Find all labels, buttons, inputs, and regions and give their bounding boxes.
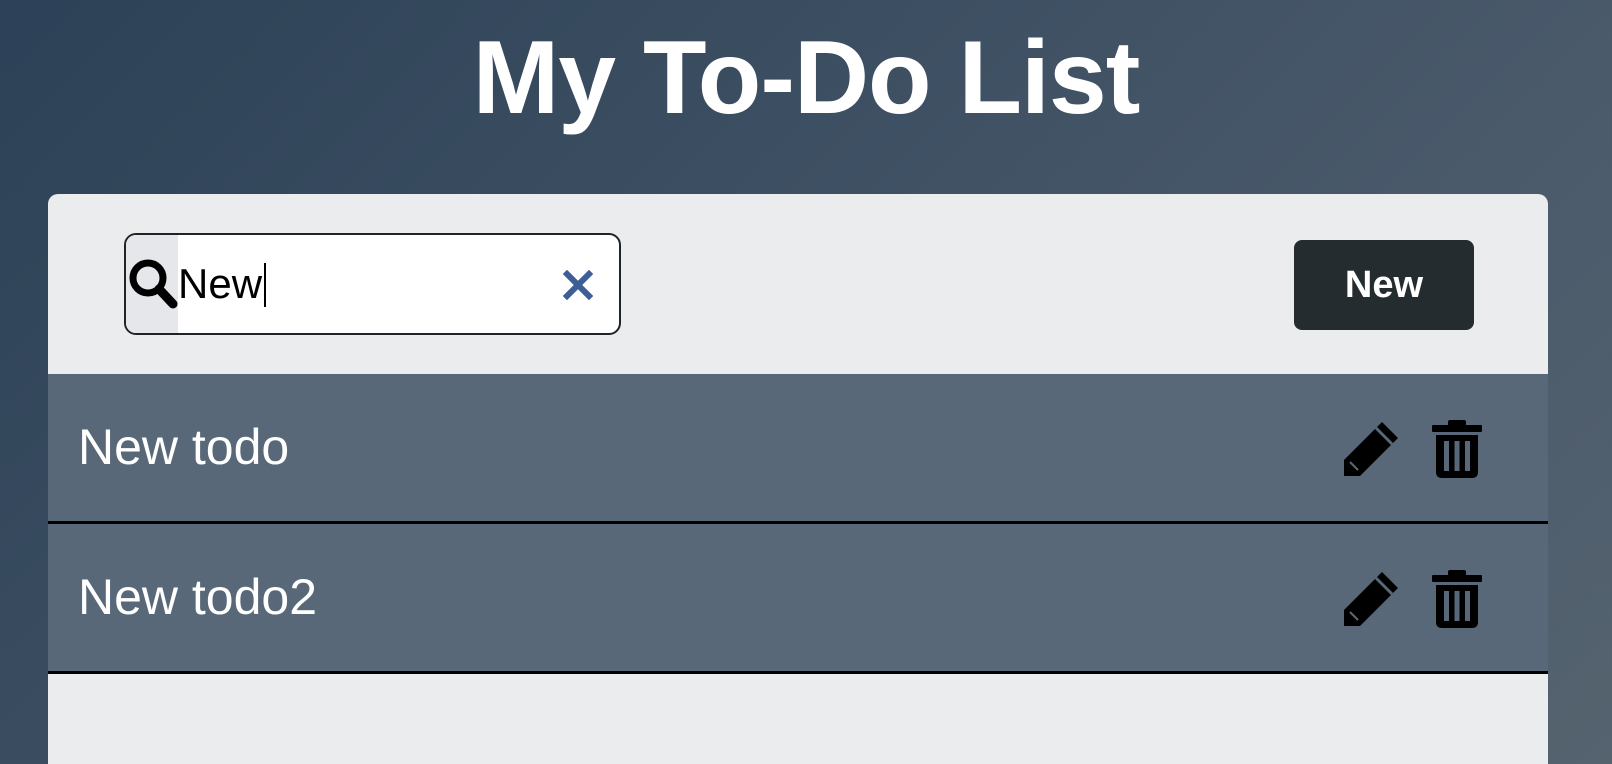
edit-button[interactable] [1342, 570, 1400, 628]
search-input[interactable] [178, 235, 538, 333]
clear-search-button[interactable] [548, 255, 608, 315]
delete-button[interactable] [1432, 570, 1482, 628]
trash-icon [1432, 420, 1482, 478]
todo-text: New todo2 [78, 569, 318, 625]
pencil-icon [1344, 572, 1398, 626]
new-todo-button[interactable]: New [1294, 240, 1474, 330]
search-icon [126, 235, 178, 333]
todo-panel: New New todo [48, 194, 1548, 764]
text-caret [264, 263, 267, 307]
todo-text: New todo [78, 419, 290, 475]
toolbar: New [48, 194, 1548, 374]
delete-button[interactable] [1432, 420, 1482, 478]
search-box[interactable] [124, 233, 621, 335]
trash-icon [1432, 570, 1482, 628]
edit-button[interactable] [1342, 420, 1400, 478]
todo-item: New todo2 [48, 524, 1548, 674]
page-title: My To-Do List [472, 20, 1141, 136]
close-icon [563, 270, 593, 300]
todo-item: New todo [48, 374, 1548, 524]
pencil-icon [1344, 422, 1398, 476]
todo-list: New todo New todo2 [48, 374, 1548, 674]
